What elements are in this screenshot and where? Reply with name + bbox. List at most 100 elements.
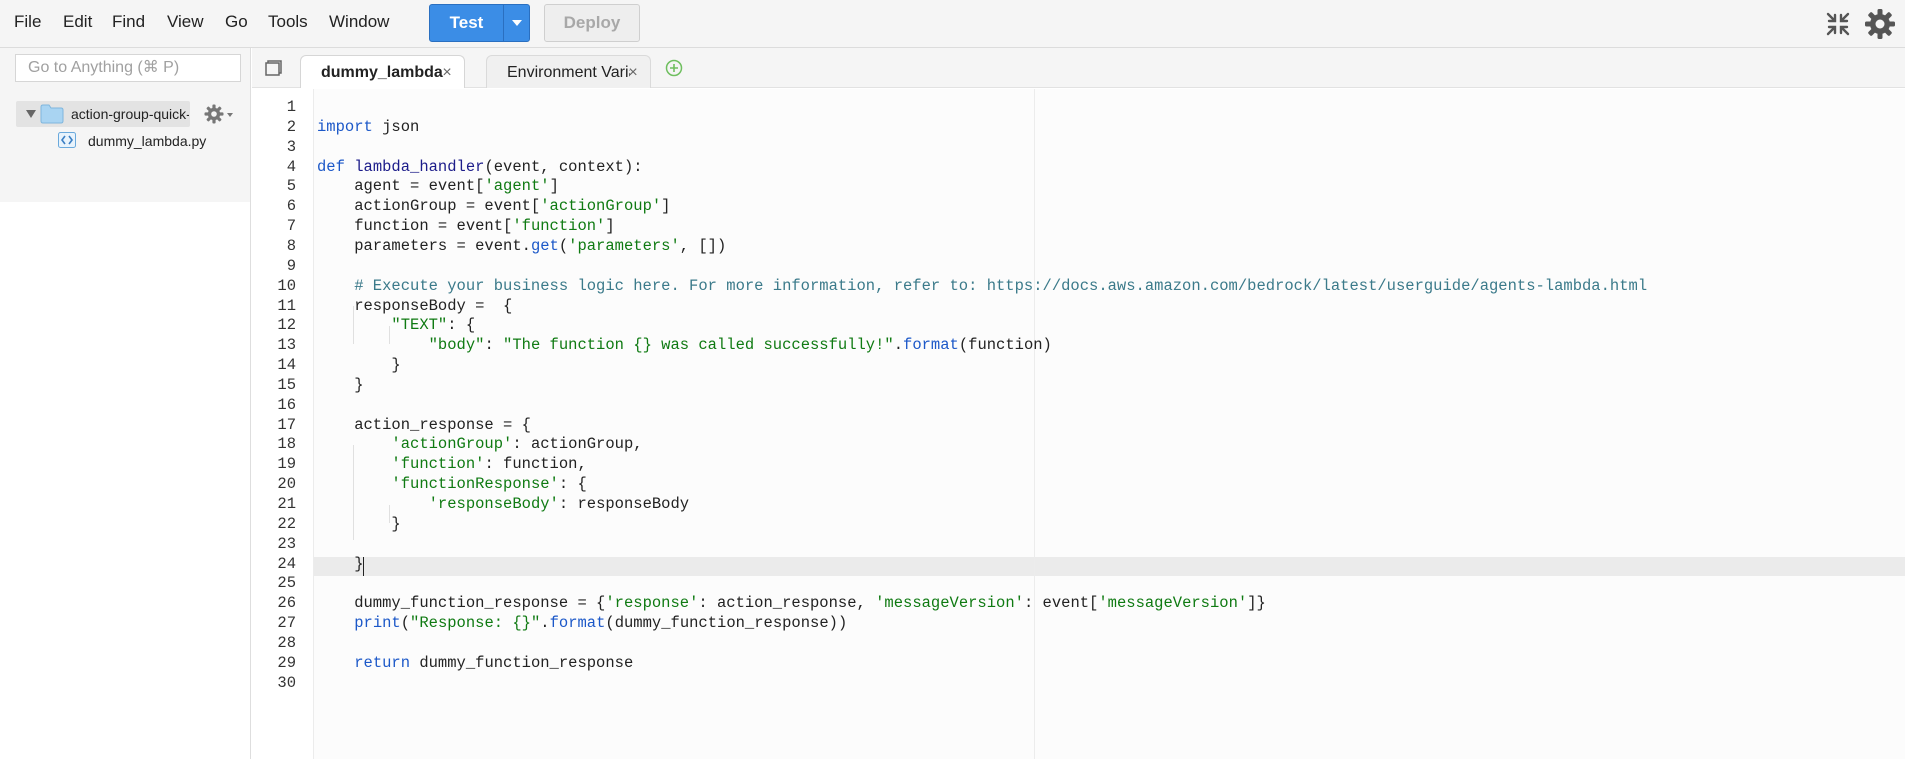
code-line[interactable]: print("Response: {}".format(dummy_functi… bbox=[317, 614, 847, 632]
test-button[interactable]: Test bbox=[430, 5, 503, 41]
code-token: print bbox=[354, 614, 401, 632]
code-line[interactable]: return dummy_function_response bbox=[317, 654, 633, 672]
line-number: 6 bbox=[286, 197, 296, 215]
sidebar-empty-area bbox=[0, 202, 251, 759]
folder-label: action-group-quick-start bbox=[71, 106, 189, 122]
menu-window[interactable]: Window bbox=[329, 12, 389, 32]
code-line[interactable]: agent = event['agent'] bbox=[317, 177, 559, 195]
code-token: ] bbox=[605, 217, 615, 235]
code-token: "Response: {}" bbox=[410, 614, 541, 632]
tab-environment-variables[interactable]: Environment Variables × bbox=[486, 55, 651, 88]
line-number: 24 bbox=[277, 555, 296, 573]
tree-folder-row[interactable]: action-group-quick-start bbox=[16, 101, 190, 127]
code-token: 'function' bbox=[391, 455, 485, 473]
line-number: 3 bbox=[286, 138, 296, 156]
code-token: ] bbox=[661, 197, 671, 215]
indent-guide bbox=[353, 445, 354, 540]
folder-settings-icon[interactable] bbox=[204, 104, 224, 124]
line-number: 25 bbox=[277, 574, 296, 592]
line-number: 4 bbox=[286, 158, 296, 176]
code-token: 'function' bbox=[512, 217, 606, 235]
code-line[interactable]: # Execute your business logic here. For … bbox=[317, 277, 1647, 295]
line-number: 14 bbox=[277, 356, 296, 374]
menu-find[interactable]: Find bbox=[112, 12, 145, 32]
line-number: 10 bbox=[277, 277, 296, 295]
code-token: function = event[ bbox=[317, 217, 513, 235]
code-line[interactable]: } bbox=[317, 555, 364, 573]
code-token: return bbox=[354, 654, 411, 672]
line-number: 23 bbox=[277, 535, 296, 553]
menu-file[interactable]: File bbox=[14, 12, 41, 32]
code-line[interactable]: 'functionResponse': { bbox=[317, 475, 586, 493]
indent-guide bbox=[353, 306, 354, 344]
close-icon[interactable]: × bbox=[440, 56, 454, 89]
close-icon[interactable]: × bbox=[626, 56, 640, 89]
settings-caret-icon[interactable] bbox=[227, 113, 233, 117]
code-token: 'agent' bbox=[484, 177, 550, 195]
code-token: ] bbox=[549, 177, 559, 195]
tab-dummy-lambda[interactable]: dummy_lambda.py × bbox=[300, 55, 465, 88]
code-token: (function) bbox=[958, 336, 1052, 354]
file-item-dummy-lambda[interactable]: dummy_lambda.py bbox=[88, 133, 206, 149]
code-line[interactable]: function = event['function'] bbox=[317, 217, 615, 235]
code-token: : actionGroup, bbox=[512, 435, 643, 453]
deploy-button[interactable]: Deploy bbox=[544, 4, 640, 42]
line-number: 22 bbox=[277, 515, 296, 533]
line-number: 19 bbox=[277, 455, 296, 473]
line-number: 21 bbox=[277, 495, 296, 513]
code-line[interactable]: "TEXT": { bbox=[317, 316, 475, 334]
code-token: ( bbox=[400, 614, 411, 632]
code-token: dummy_function_response bbox=[410, 654, 634, 672]
go-to-anything-input[interactable] bbox=[15, 54, 241, 82]
code-token: responseBody = { bbox=[317, 297, 513, 315]
code-token: : function, bbox=[484, 455, 587, 473]
line-number: 18 bbox=[277, 435, 296, 453]
menu-bar: File Edit Find View Go Tools Window Test… bbox=[0, 0, 1905, 48]
line-number: 9 bbox=[286, 257, 296, 275]
code-token: get bbox=[530, 237, 559, 255]
code-line[interactable]: responseBody = { bbox=[317, 297, 512, 315]
code-line[interactable]: action_response = { bbox=[317, 416, 531, 434]
caret-down-icon[interactable] bbox=[26, 110, 36, 118]
code-token: lambda_handler bbox=[354, 158, 485, 176]
code-line[interactable]: } bbox=[317, 376, 363, 394]
code-token: agent = event[ bbox=[317, 177, 485, 195]
line-number: 17 bbox=[277, 416, 296, 434]
code-line[interactable]: 'responseBody': responseBody bbox=[317, 495, 689, 513]
code-line[interactable]: } bbox=[317, 356, 400, 374]
code-line[interactable]: 'function': function, bbox=[317, 455, 587, 473]
code-token: ]} bbox=[1247, 594, 1266, 612]
code-line[interactable]: dummy_function_response = {'response': a… bbox=[317, 594, 1266, 612]
tab-list-icon[interactable] bbox=[265, 60, 283, 76]
line-number: 2 bbox=[286, 118, 296, 136]
plus-circle-icon[interactable] bbox=[665, 59, 683, 77]
code-token: 'messageVersion' bbox=[1098, 594, 1248, 612]
menu-view[interactable]: View bbox=[167, 12, 204, 32]
code-token: 'actionGroup' bbox=[540, 197, 662, 215]
menu-go[interactable]: Go bbox=[225, 12, 248, 32]
test-button-group: Test bbox=[429, 4, 530, 42]
tab-label: dummy_lambda.py bbox=[321, 64, 444, 81]
code-token: } bbox=[317, 555, 364, 573]
code-line[interactable]: def lambda_handler(event, context): bbox=[317, 158, 643, 176]
code-token: . bbox=[893, 336, 904, 354]
gear-icon[interactable] bbox=[1864, 8, 1896, 40]
code-token: : action_response, bbox=[698, 594, 876, 612]
code-token: : event[ bbox=[1023, 594, 1099, 612]
test-dropdown-icon[interactable] bbox=[504, 5, 530, 41]
code-token: format bbox=[903, 336, 959, 354]
code-line[interactable]: 'actionGroup': actionGroup, bbox=[317, 435, 643, 453]
menu-tools[interactable]: Tools bbox=[268, 12, 308, 32]
code-line[interactable]: parameters = event.get('parameters', []) bbox=[317, 237, 736, 255]
menu-edit[interactable]: Edit bbox=[63, 12, 92, 32]
indent-guide bbox=[389, 505, 390, 523]
code-line[interactable]: import json bbox=[317, 118, 419, 136]
collapse-arrows-icon[interactable] bbox=[1825, 11, 1851, 37]
line-number: 30 bbox=[277, 674, 296, 692]
code-token: , []) bbox=[679, 237, 736, 255]
indent-guide bbox=[389, 326, 390, 344]
code-line[interactable]: actionGroup = event['actionGroup'] bbox=[317, 197, 670, 215]
code-line[interactable]: "body": "The function {} was called succ… bbox=[317, 336, 1052, 354]
